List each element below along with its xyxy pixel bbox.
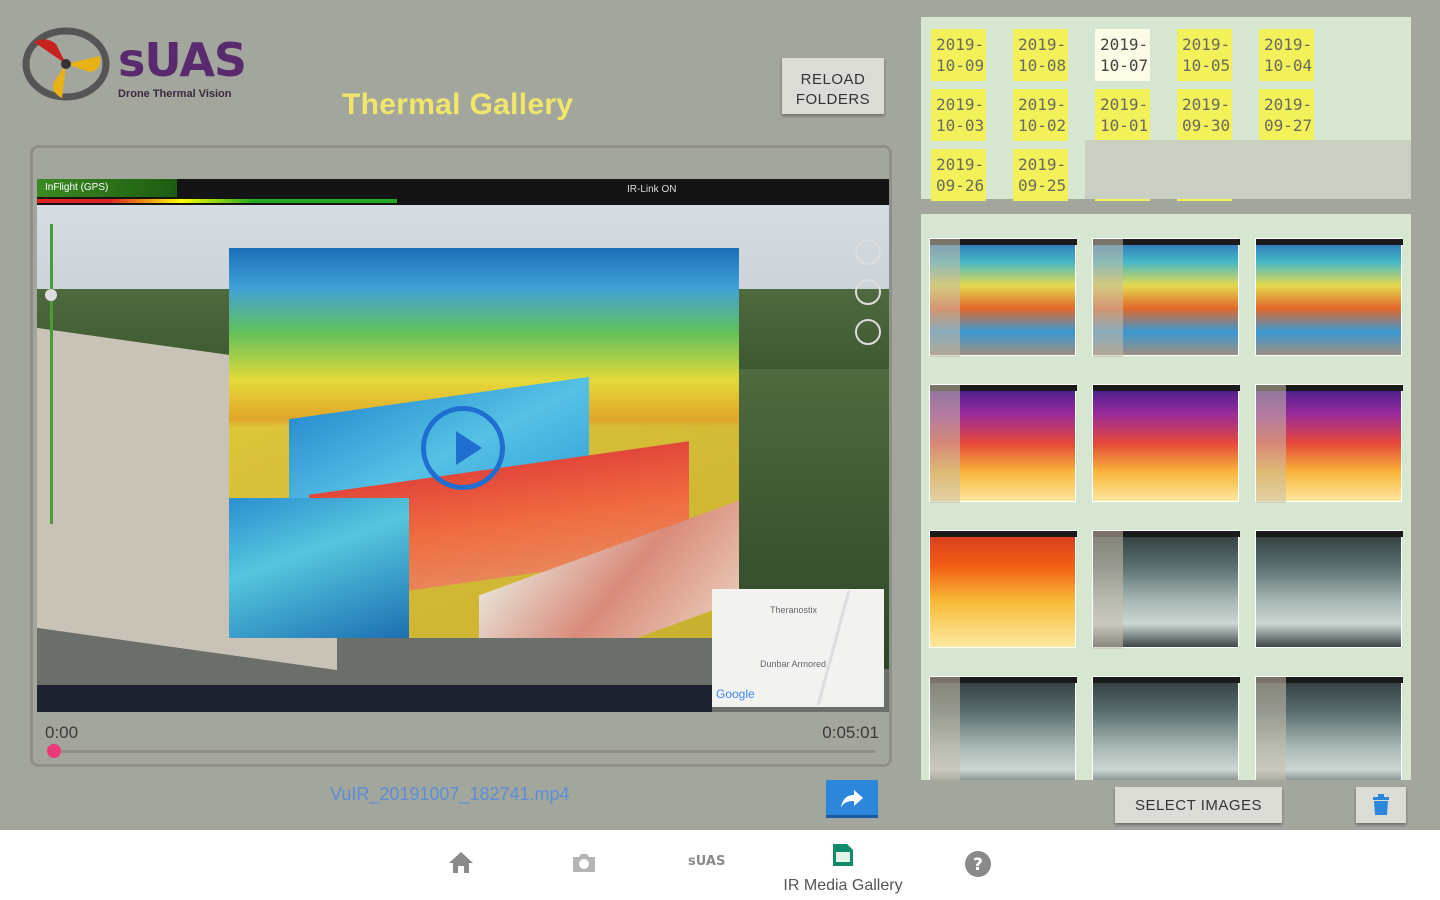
gallery-thumbnail[interactable] bbox=[929, 238, 1077, 357]
gallery-thumbnail[interactable] bbox=[929, 384, 1077, 503]
video-bottom-toolbar bbox=[37, 685, 712, 712]
thumbnail-visual-inset bbox=[930, 677, 960, 780]
shutter-icon bbox=[855, 239, 881, 265]
gallery-thumbnail[interactable] bbox=[1255, 530, 1403, 648]
gallery-thumbnail[interactable] bbox=[1255, 676, 1403, 780]
thumbnail-visual-inset bbox=[1093, 239, 1123, 357]
folder-2019-10-04[interactable]: 2019-10-04 bbox=[1259, 29, 1314, 81]
folder-2019-09-25[interactable]: 2019-09-25 bbox=[1013, 149, 1068, 201]
folder-2019-10-05[interactable]: 2019-10-05 bbox=[1177, 29, 1232, 81]
svg-text:?: ? bbox=[973, 855, 983, 875]
map-label-1: Theranostix bbox=[770, 605, 818, 615]
reload-folders-button[interactable]: RELOAD FOLDERS bbox=[782, 58, 884, 114]
page-title: Thermal Gallery bbox=[342, 88, 574, 121]
time-total: 0:05:01 bbox=[822, 723, 879, 742]
gallery-thumbnail[interactable] bbox=[1255, 238, 1403, 356]
thumbnail-visual-inset bbox=[1093, 531, 1123, 649]
gallery-thumbnail[interactable] bbox=[1092, 530, 1240, 649]
nav-help[interactable]: ? bbox=[964, 850, 992, 900]
folder-2019-09-27[interactable]: 2019-09-27 bbox=[1259, 89, 1314, 141]
thumbnail-visual-inset bbox=[1256, 677, 1286, 780]
thumbnail-status-bar bbox=[1093, 385, 1240, 391]
share-icon bbox=[841, 790, 863, 808]
map-road bbox=[816, 590, 851, 706]
nav-camera[interactable] bbox=[570, 852, 598, 900]
camera-switch-icon bbox=[855, 279, 881, 305]
gimbal-slider-knob bbox=[45, 289, 57, 301]
gallery-thumbnail[interactable] bbox=[1092, 676, 1240, 780]
video-filename[interactable]: VuIR_20191007_182741.mp4 bbox=[330, 784, 570, 805]
share-button[interactable] bbox=[826, 780, 878, 818]
gallery-thumbnail[interactable] bbox=[929, 676, 1077, 780]
nav-home[interactable] bbox=[448, 850, 474, 900]
thumbnail-grid[interactable] bbox=[921, 214, 1411, 780]
bottom-navigation: sUAS IR Media Gallery ? bbox=[0, 830, 1440, 900]
help-icon: ? bbox=[965, 851, 991, 877]
gallery-thumbnail[interactable] bbox=[1255, 384, 1403, 503]
video-right-tools bbox=[855, 239, 885, 379]
camera-icon bbox=[573, 854, 595, 872]
map-label-2: Dunbar Armored bbox=[760, 659, 827, 669]
delete-button[interactable] bbox=[1356, 787, 1406, 823]
link-status: IR-Link ON bbox=[627, 184, 677, 195]
thumbnail-status-bar bbox=[1093, 677, 1240, 683]
nav-ir-media-gallery[interactable]: IR Media Gallery bbox=[776, 842, 910, 900]
thumbnail-status-bar bbox=[1256, 239, 1403, 245]
time-current: 0:00 bbox=[45, 723, 79, 742]
battery-bar bbox=[37, 199, 397, 203]
gallery-thumbnail[interactable] bbox=[1092, 238, 1240, 357]
folder-2019-10-01[interactable]: 2019-10-01 bbox=[1095, 89, 1150, 141]
video-player[interactable]: InFlight (GPS) IR-Link ON Theranostix Du… bbox=[30, 145, 892, 767]
select-images-button[interactable]: SELECT IMAGES bbox=[1115, 787, 1282, 823]
thumbnail-visual-inset bbox=[930, 239, 960, 357]
seek-bar[interactable] bbox=[53, 750, 875, 753]
folder-2019-09-26[interactable]: 2019-09-26 bbox=[931, 149, 986, 201]
folder-gallery-icon bbox=[833, 844, 853, 866]
folder-2019-10-02[interactable]: 2019-10-02 bbox=[1013, 89, 1068, 141]
seek-bar-thumb[interactable] bbox=[47, 744, 61, 758]
thermal-overlay bbox=[229, 248, 739, 638]
logo-text: sUAS bbox=[118, 32, 247, 88]
folder-2019-10-09[interactable]: 2019-10-09 bbox=[931, 29, 986, 81]
settings-icon bbox=[855, 319, 881, 345]
drone-status-bar: InFlight (GPS) IR-Link ON bbox=[37, 179, 889, 205]
nav-suas[interactable]: sUAS bbox=[688, 854, 725, 900]
folder-2019-10-03[interactable]: 2019-10-03 bbox=[931, 89, 986, 141]
logo-text-value: sUAS bbox=[118, 33, 247, 87]
thumbnail-visual-inset bbox=[1256, 385, 1286, 503]
gimbal-slider bbox=[50, 224, 53, 524]
gallery-thumbnail[interactable] bbox=[929, 530, 1077, 648]
trash-icon bbox=[1373, 794, 1389, 815]
flight-mode-label: InFlight (GPS) bbox=[37, 179, 177, 197]
gallery-thumbnail[interactable] bbox=[1092, 384, 1240, 502]
thermal-parking-lot bbox=[229, 498, 409, 638]
map-inset: Theranostix Dunbar Armored Google bbox=[712, 589, 884, 707]
app-logo: sUAS Drone Thermal Vision bbox=[22, 26, 252, 106]
nav-gallery-label: IR Media Gallery bbox=[783, 877, 903, 894]
thumbnail-status-bar bbox=[930, 531, 1077, 537]
folder-grid-empty-area bbox=[1085, 140, 1411, 199]
logo-subtitle: Drone Thermal Vision bbox=[118, 88, 232, 100]
folder-2019-10-08[interactable]: 2019-10-08 bbox=[1013, 29, 1068, 81]
video-frame[interactable]: InFlight (GPS) IR-Link ON Theranostix Du… bbox=[37, 179, 889, 712]
propeller-logo-icon bbox=[22, 27, 110, 101]
play-icon[interactable] bbox=[421, 406, 505, 490]
home-icon bbox=[449, 852, 473, 873]
thumbnail-visual-inset bbox=[930, 385, 960, 503]
thumbnail-status-bar bbox=[1256, 531, 1403, 537]
map-brand: Google bbox=[716, 687, 755, 701]
folder-2019-10-07[interactable]: 2019-10-07 bbox=[1095, 29, 1150, 81]
folder-2019-09-30[interactable]: 2019-09-30 bbox=[1177, 89, 1232, 141]
